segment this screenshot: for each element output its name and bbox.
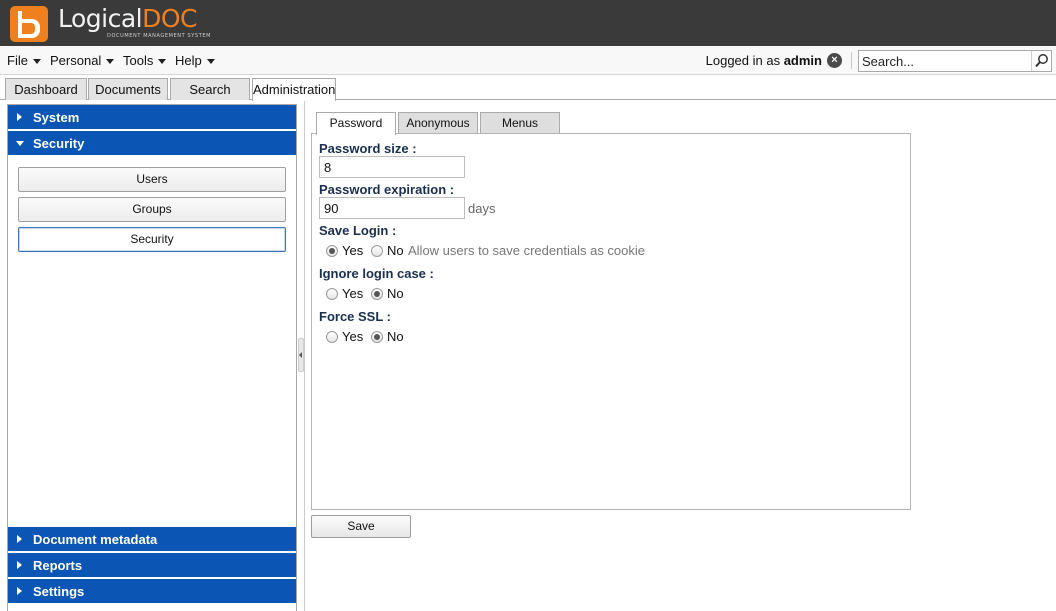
save-login-hint: Allow users to save credentials as cooki… bbox=[408, 243, 646, 258]
section-security[interactable]: Security bbox=[8, 131, 296, 156]
tab-documents[interactable]: Documents bbox=[88, 78, 168, 100]
chevron-right-icon bbox=[17, 113, 22, 121]
section-reports-label: Reports bbox=[33, 558, 83, 573]
tab-dashboard[interactable]: Dashboard bbox=[5, 78, 87, 100]
password-expiration-label: Password expiration : bbox=[319, 182, 455, 197]
close-circle-icon[interactable]: × bbox=[827, 53, 842, 68]
chevron-down-icon bbox=[106, 59, 115, 65]
save-login-yes-label: Yes bbox=[342, 243, 364, 258]
logo-accent: DOC bbox=[142, 4, 198, 33]
menu-help[interactable]: Help bbox=[175, 53, 215, 68]
menu-file[interactable]: File bbox=[7, 53, 41, 68]
section-security-label: Security bbox=[33, 136, 85, 151]
logicaldoc-logo-icon bbox=[10, 6, 48, 42]
logo-tagline: DOCUMENT MANAGEMENT SYSTEM bbox=[107, 33, 212, 39]
magnifier-icon bbox=[1035, 54, 1048, 68]
ignore-login-case-no-label: No bbox=[387, 286, 404, 301]
tab-password[interactable]: Password bbox=[316, 112, 396, 135]
search-box bbox=[858, 50, 1052, 72]
logged-in-prefix: Logged in as bbox=[705, 53, 781, 68]
main-tabs: Dashboard Documents Search Administratio… bbox=[0, 75, 1056, 101]
security-button[interactable]: Security bbox=[18, 227, 286, 252]
search-input[interactable] bbox=[859, 51, 1031, 71]
section-settings-label: Settings bbox=[33, 584, 85, 599]
section-document-metadata-label: Document metadata bbox=[33, 532, 158, 547]
save-login-yes-radio[interactable] bbox=[326, 245, 338, 257]
menu-personal[interactable]: Personal bbox=[50, 53, 115, 68]
save-login-no-label: No bbox=[387, 243, 404, 258]
admin-navigation: System Security Users Groups Security Do… bbox=[7, 104, 297, 611]
chevron-down-icon bbox=[206, 59, 215, 65]
save-button[interactable]: Save bbox=[311, 515, 411, 538]
force-ssl-yes-label: Yes bbox=[342, 329, 364, 344]
chevron-down-icon bbox=[32, 59, 41, 65]
password-size-label: Password size : bbox=[319, 141, 417, 156]
password-expiration-input[interactable] bbox=[319, 197, 465, 219]
ignore-login-case-yes-label: Yes bbox=[342, 286, 364, 301]
section-system-label: System bbox=[33, 110, 80, 125]
menu-tools[interactable]: Tools bbox=[123, 53, 167, 68]
menu-file-label: File bbox=[7, 53, 28, 68]
password-expiration-unit: days bbox=[468, 201, 496, 216]
logged-in-user: admin bbox=[783, 53, 822, 68]
section-system[interactable]: System bbox=[8, 105, 296, 130]
section-reports[interactable]: Reports bbox=[8, 553, 296, 578]
tab-administration[interactable]: Administration bbox=[252, 78, 336, 101]
save-login-no-radio[interactable] bbox=[371, 245, 383, 257]
ignore-login-case-no-radio[interactable] bbox=[371, 288, 383, 300]
users-button[interactable]: Users bbox=[18, 167, 286, 192]
app-header: LogicalDOC DOCUMENT MANAGEMENT SYSTEM bbox=[0, 0, 1056, 46]
logo-wordmark: LogicalDOC bbox=[58, 4, 198, 34]
force-ssl-yes-radio[interactable] bbox=[326, 331, 338, 343]
search-button[interactable] bbox=[1031, 51, 1051, 71]
password-size-input[interactable] bbox=[319, 156, 465, 178]
groups-button[interactable]: Groups bbox=[18, 197, 286, 222]
chevron-down-icon bbox=[158, 59, 167, 65]
menu-help-label: Help bbox=[175, 53, 202, 68]
save-login-label: Save Login : bbox=[319, 223, 397, 238]
force-ssl-label: Force SSL : bbox=[319, 309, 392, 324]
force-ssl-no-label: No bbox=[387, 329, 404, 344]
logo-word: Logical bbox=[58, 4, 143, 33]
menu-divider bbox=[851, 52, 852, 69]
chevron-left-icon bbox=[299, 352, 302, 358]
menu-personal-label: Personal bbox=[50, 53, 102, 68]
chevron-right-icon bbox=[17, 535, 22, 543]
section-settings[interactable]: Settings bbox=[8, 579, 296, 604]
menu-tools-label: Tools bbox=[123, 53, 154, 68]
logged-in-status: Logged in as admin bbox=[706, 53, 822, 68]
tab-search[interactable]: Search bbox=[170, 78, 250, 100]
chevron-right-icon bbox=[17, 561, 22, 569]
chevron-right-icon bbox=[17, 587, 22, 595]
ignore-login-case-yes-radio[interactable] bbox=[326, 288, 338, 300]
tab-anonymous[interactable]: Anonymous bbox=[398, 112, 478, 134]
section-document-metadata[interactable]: Document metadata bbox=[8, 527, 296, 552]
force-ssl-no-radio[interactable] bbox=[371, 331, 383, 343]
ignore-login-case-label: Ignore login case : bbox=[319, 266, 434, 281]
tab-menus[interactable]: Menus bbox=[480, 112, 560, 134]
chevron-down-icon bbox=[16, 141, 24, 146]
